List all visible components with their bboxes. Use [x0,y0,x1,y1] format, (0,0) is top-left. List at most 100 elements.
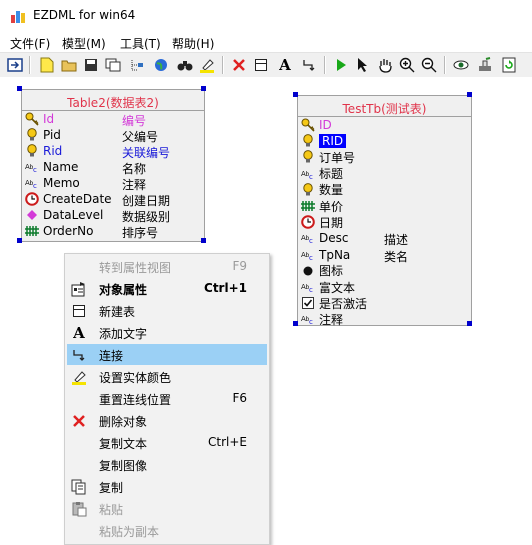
context-menu-item[interactable]: 复制 [67,476,267,497]
menu-file[interactable]: 文件(F) [10,35,50,52]
field-row[interactable]: OrderNo [25,223,93,239]
field-row[interactable]: 图标 [301,263,343,279]
open-folder-icon[interactable] [60,56,78,74]
context-menu-label: 连接 [99,349,124,363]
field-row[interactable]: Ab c TpNa [301,247,350,263]
pointer-icon[interactable] [354,56,372,74]
context-menu-item[interactable]: 复制文本 Ctrl+E [67,432,267,453]
field-name: 注释 [319,312,344,327]
field-row[interactable]: CreateDate [25,191,112,207]
new-file-icon[interactable] [38,56,56,74]
export-icon[interactable] [6,56,24,74]
field-row[interactable]: Pid [25,127,61,143]
globe-icon[interactable] [152,56,170,74]
context-menu-item[interactable]: 重置连线位置 F6 [67,388,267,409]
field-label: 排序号 [122,226,159,240]
context-menu-shortcut: F9 [232,259,247,273]
save-icon[interactable] [82,56,100,74]
field-name: ID [319,118,332,132]
resize-handle[interactable] [293,321,298,326]
resize-handle[interactable] [17,238,22,243]
field-row[interactable]: 日期 [301,214,343,230]
resize-handle[interactable] [293,92,298,97]
context-menu-item[interactable]: 复制图像 [67,454,267,475]
view-icon[interactable] [452,56,470,74]
copy-window-icon[interactable] [104,56,122,74]
field-row[interactable]: Id [25,111,54,127]
lightbulb-icon [25,128,39,142]
context-menu-label: 删除对象 [99,415,148,429]
context-menu-item: 粘贴为副本 [67,520,267,541]
field-row[interactable]: RID [301,133,347,149]
field-row[interactable]: 订单号 [301,149,355,165]
hand-icon[interactable] [376,56,394,74]
properties-icon [71,281,87,297]
zoom-in-icon[interactable] [398,56,416,74]
entity-table2[interactable]: Table2(数据表2) Id 编号 Pid 父编号 Rid 关联编号 Ab c Name 名称 A… [21,89,205,242]
context-menu-label: 对象属性 [99,283,148,297]
table-icon[interactable] [252,56,270,74]
context-menu-item: 粘贴 [67,498,267,519]
highlighter-icon[interactable] [198,56,216,74]
field-name: 富文本 [319,280,356,295]
entity-title: Table2(数据表2) [67,96,159,110]
entity-testtb[interactable]: TestTb(测试表) ID RID 订单号 Ab c 标题 数量 单价 日期 Ab c Desc 描述… [297,95,472,327]
dot-icon [301,264,315,278]
binoculars-icon[interactable] [176,56,194,74]
resize-handle[interactable] [467,92,472,97]
svg-text:c: c [33,182,37,189]
text-type-icon: Abc [301,167,315,181]
toolbar-separator [222,56,224,74]
resize-handle[interactable] [17,86,22,91]
field-row[interactable]: Ab c Name [25,159,78,175]
context-menu-item[interactable]: 设置实体颜色 [67,366,267,387]
field-row[interactable]: Ab c Desc [301,230,348,246]
context-menu-item[interactable]: 新建表 [67,300,267,321]
title-bar: EZDML for win64 [0,0,532,32]
context-menu-shortcut: F6 [232,391,247,405]
context-menu-label: 复制图像 [99,459,148,473]
tree-icon[interactable] [128,56,146,74]
field-name: Memo [43,176,80,190]
field-row[interactable]: DataLevel [25,207,103,223]
text-icon: A [73,324,85,342]
context-menu-label: 新建表 [99,305,136,319]
field-label: 名称 [122,162,147,176]
context-menu-item[interactable]: 连接 [67,344,267,365]
field-label: 描述 [384,233,409,248]
menu-help[interactable]: 帮助(H) [172,35,214,52]
delete-icon[interactable] [230,56,248,74]
field-name: Rid [43,144,63,158]
context-menu-item[interactable]: 对象属性 Ctrl+1 [67,278,267,299]
field-name: RID [319,134,347,149]
field-row[interactable]: 是否激活 [301,295,367,311]
clock-icon [25,192,39,206]
field-row[interactable]: 数量 [301,182,343,198]
field-row[interactable]: 单价 [301,198,343,214]
field-name: 数量 [319,183,344,198]
text-icon[interactable]: A [276,56,294,74]
field-label: 父编号 [122,130,159,144]
menu-model[interactable]: 模型(M) [62,35,106,52]
resize-handle[interactable] [201,86,206,91]
field-row[interactable]: Ab c 富文本 [301,279,355,295]
menu-tools[interactable]: 工具(T) [120,35,161,52]
svg-text:c: c [309,237,313,244]
window-title: EZDML for win64 [33,8,136,22]
resize-handle[interactable] [467,321,472,326]
stamp-icon[interactable] [476,56,494,74]
resize-handle[interactable] [201,238,206,243]
context-menu-item[interactable]: A 添加文字 [67,322,267,343]
zoom-out-icon[interactable] [420,56,438,74]
link-icon[interactable] [300,56,318,74]
refresh-icon[interactable] [500,56,518,74]
field-row[interactable]: Ab c Memo [25,175,80,191]
field-row[interactable]: Ab c 注释 [301,311,343,327]
field-row[interactable]: ID [301,117,332,133]
field-row[interactable]: Rid [25,143,62,159]
context-menu-item[interactable]: 删除对象 [67,410,267,431]
text-type-icon: Abc [301,248,315,262]
field-label: 数据级别 [122,210,171,224]
field-row[interactable]: Ab c 标题 [301,166,343,182]
run-icon[interactable] [332,56,350,74]
